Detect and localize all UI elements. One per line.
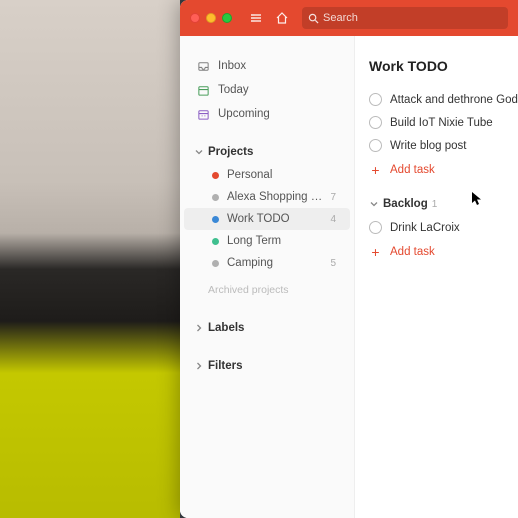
task-row[interactable]: Build IoT Nixie Tube: [369, 111, 518, 134]
chevron-right-icon: [194, 323, 204, 333]
task-checkbox[interactable]: [369, 221, 382, 234]
project-color-dot: [212, 172, 219, 179]
labels-header[interactable]: Labels: [180, 316, 354, 340]
project-item-camping[interactable]: Camping 5: [184, 252, 350, 274]
projects-header-label: Projects: [208, 146, 253, 158]
project-color-dot: [212, 260, 219, 267]
project-label: Long Term: [227, 235, 328, 247]
project-label: Work TODO: [227, 213, 322, 225]
calendar-today-icon: [196, 83, 210, 97]
search-placeholder: Search: [323, 12, 358, 24]
search-icon: [308, 13, 319, 24]
project-color-dot: [212, 194, 219, 201]
add-task-label: Add task: [390, 164, 435, 176]
section-count: 1: [432, 199, 438, 210]
titlebar: Search: [180, 0, 518, 36]
task-checkbox[interactable]: [369, 93, 382, 106]
sidebar: Inbox Today Upcoming Projects: [180, 36, 355, 518]
task-row[interactable]: Drink LaCroix: [369, 216, 518, 239]
project-item-long-term[interactable]: Long Term: [184, 230, 350, 252]
task-checkbox[interactable]: [369, 139, 382, 152]
nav-label: Inbox: [218, 60, 246, 72]
calendar-upcoming-icon: [196, 107, 210, 121]
project-item-alexa[interactable]: Alexa Shopping List 7: [184, 186, 350, 208]
section-name: Backlog: [383, 198, 428, 210]
task-label: Attack and dethrone God: [390, 94, 518, 106]
project-count: 4: [330, 214, 336, 225]
filters-header[interactable]: Filters: [180, 354, 354, 378]
project-item-work-todo[interactable]: Work TODO 4: [184, 208, 350, 230]
project-label: Camping: [227, 257, 322, 269]
project-item-personal[interactable]: Personal: [184, 164, 350, 186]
sidebar-item-today[interactable]: Today: [180, 78, 354, 102]
labels-header-label: Labels: [208, 322, 244, 334]
project-color-dot: [212, 216, 219, 223]
nav-label: Upcoming: [218, 108, 270, 120]
home-icon[interactable]: [272, 8, 292, 28]
page-title: Work TODO: [369, 58, 518, 74]
inbox-icon: [196, 59, 210, 73]
app-body: Inbox Today Upcoming Projects: [180, 36, 518, 518]
project-label: Alexa Shopping List: [227, 191, 322, 203]
project-color-dot: [212, 238, 219, 245]
window-close-button[interactable]: [190, 13, 200, 23]
add-task-label: Add task: [390, 246, 435, 258]
project-label: Personal: [227, 169, 328, 181]
project-count: 5: [330, 258, 336, 269]
task-row[interactable]: Attack and dethrone God: [369, 88, 518, 111]
add-task-button[interactable]: + Add task: [369, 239, 518, 264]
projects-header[interactable]: Projects: [180, 140, 354, 164]
app-window: Search Inbox Today Upcoming: [180, 0, 518, 518]
main-content: Work TODO Attack and dethrone God Build …: [355, 36, 518, 518]
window-maximize-button[interactable]: [222, 13, 232, 23]
chevron-down-icon: [194, 147, 204, 157]
menu-icon[interactable]: [246, 8, 266, 28]
sidebar-item-upcoming[interactable]: Upcoming: [180, 102, 354, 126]
nav-label: Today: [218, 84, 249, 96]
archived-projects-link[interactable]: Archived projects: [180, 278, 354, 302]
plus-icon: +: [369, 245, 382, 258]
chevron-right-icon: [194, 361, 204, 371]
task-label: Drink LaCroix: [390, 222, 460, 234]
project-count: 7: [330, 192, 336, 203]
filters-header-label: Filters: [208, 360, 243, 372]
background-photo: [0, 0, 180, 518]
add-task-button[interactable]: + Add task: [369, 157, 518, 182]
plus-icon: +: [369, 163, 382, 176]
search-box[interactable]: Search: [302, 7, 508, 29]
task-label: Build IoT Nixie Tube: [390, 117, 493, 129]
task-row[interactable]: Write blog post: [369, 134, 518, 157]
section-header[interactable]: Backlog 1: [369, 198, 518, 210]
task-checkbox[interactable]: [369, 116, 382, 129]
task-label: Write blog post: [390, 140, 467, 152]
chevron-down-icon: [369, 199, 379, 209]
sidebar-item-inbox[interactable]: Inbox: [180, 54, 354, 78]
window-minimize-button[interactable]: [206, 13, 216, 23]
